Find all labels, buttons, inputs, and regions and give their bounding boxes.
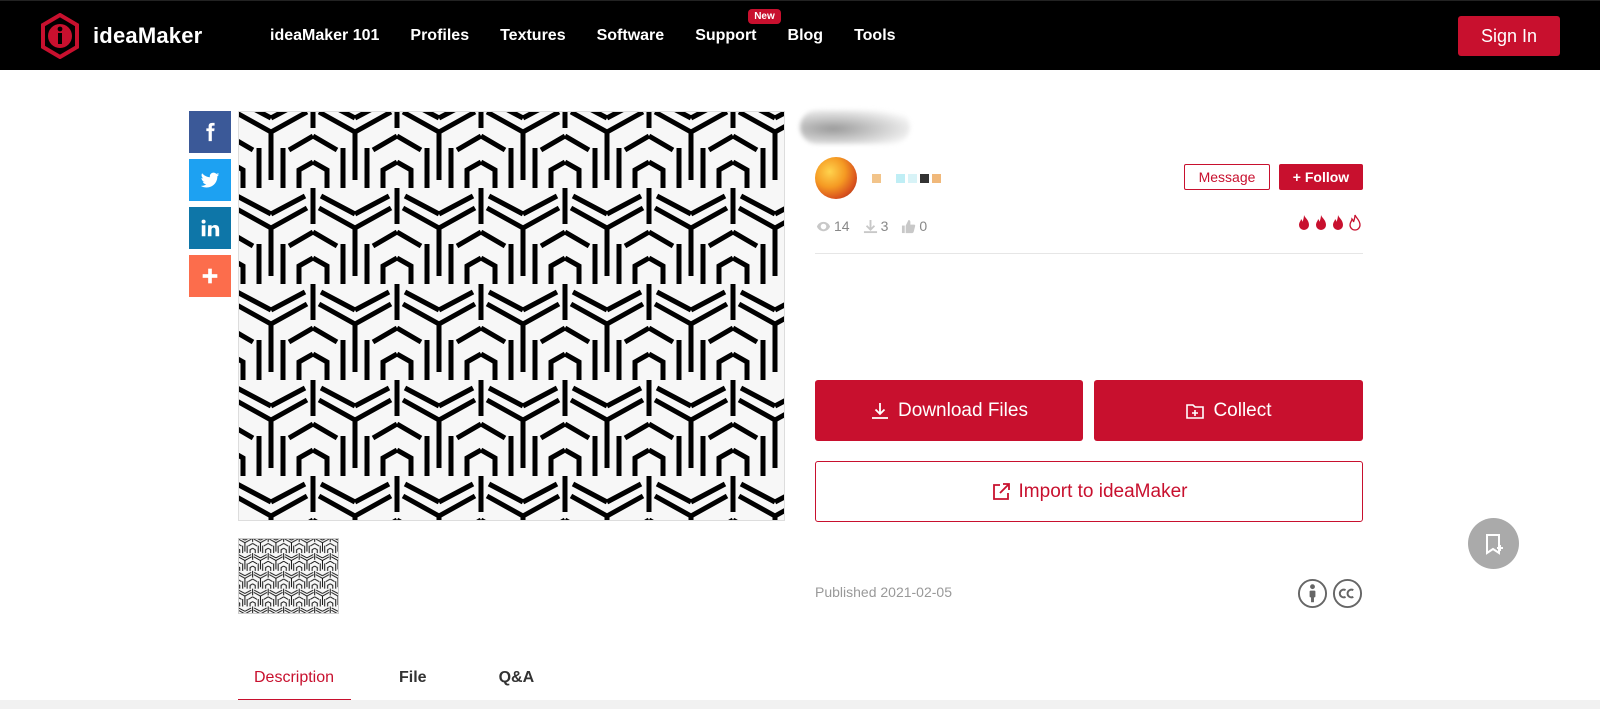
thumbnail-pattern: [239, 539, 338, 613]
share-facebook-button[interactable]: [189, 111, 231, 153]
top-navigation-bar: ideaMaker ideaMaker 101 Profiles Texture…: [0, 0, 1600, 70]
brand-name: ideaMaker: [93, 23, 203, 48]
tab-description[interactable]: Description: [238, 655, 351, 701]
views-count: 14: [834, 218, 850, 234]
nav-item-ideamaker-101[interactable]: ideaMaker 101: [270, 27, 379, 45]
nav-item-blog[interactable]: Blog: [788, 27, 824, 45]
folder-plus-icon: [1186, 403, 1205, 419]
redacted-block: [908, 174, 917, 183]
bookmark-add-button[interactable]: [1468, 518, 1519, 569]
texture-preview-image: [238, 111, 785, 521]
published-date: Published 2021-02-05: [815, 584, 952, 600]
linkedin-icon: [201, 219, 220, 237]
redacted-author-name[interactable]: [872, 174, 941, 183]
redacted-block: [920, 174, 929, 183]
thumbs-up-icon: [902, 219, 916, 233]
collect-label: Collect: [1213, 399, 1272, 421]
tab-qa[interactable]: Q&A: [483, 655, 551, 701]
sign-in-button[interactable]: Sign In: [1458, 16, 1560, 56]
thumbnail-image[interactable]: [238, 538, 339, 614]
texture-pattern: [239, 112, 784, 520]
collect-button[interactable]: Collect: [1094, 380, 1363, 441]
share-more-button[interactable]: [189, 255, 231, 297]
share-twitter-button[interactable]: [189, 159, 231, 201]
redacted-block: [932, 174, 941, 183]
external-link-icon: [992, 482, 1010, 500]
views-stat: 14: [816, 218, 850, 234]
download-icon: [872, 402, 889, 419]
nav-item-support[interactable]: Support New: [695, 9, 781, 45]
brand-logo[interactable]: ideaMaker: [40, 13, 202, 59]
redacted-block: [872, 174, 881, 183]
import-label: Import to ideaMaker: [1018, 480, 1188, 502]
import-to-ideamaker-button[interactable]: Import to ideaMaker: [815, 461, 1363, 522]
twitter-icon: [200, 172, 220, 188]
likes-count: 0: [919, 218, 928, 234]
download-files-button[interactable]: Download Files: [815, 380, 1083, 441]
share-linkedin-button[interactable]: [189, 207, 231, 249]
nav-item-support-label: Support: [695, 27, 757, 44]
downloads-count: 3: [880, 218, 889, 234]
redacted-title: [800, 110, 910, 144]
downloads-stat: 3: [863, 218, 889, 234]
download-icon: [863, 219, 877, 233]
stats-row: 14 3 0: [816, 218, 940, 234]
message-button[interactable]: Message: [1184, 164, 1270, 190]
redacted-block: [896, 174, 905, 183]
flame-icon: [1316, 215, 1326, 230]
facebook-icon: [206, 122, 215, 142]
attribution-icon[interactable]: [1297, 578, 1328, 609]
bookmark-plus-icon: [1485, 533, 1503, 555]
flame-icon: [1333, 215, 1343, 230]
flame-icon: [1299, 215, 1309, 230]
redacted-block: [884, 174, 893, 183]
tab-file[interactable]: File: [383, 655, 443, 701]
nav-item-profiles[interactable]: Profiles: [410, 27, 469, 45]
eye-icon: [816, 221, 831, 231]
heat-rating: [1296, 214, 1363, 232]
license-icons: [1297, 578, 1363, 609]
nav-item-software[interactable]: Software: [597, 27, 665, 45]
main-nav: ideaMaker 101 Profiles Textures Software…: [270, 1, 927, 71]
nav-item-tools[interactable]: Tools: [854, 27, 895, 45]
ideamaker-logo-icon: [41, 13, 79, 59]
content-tabs: Description File Q&A: [238, 655, 550, 701]
tabs-baseline: [0, 700, 1600, 709]
likes-stat: 0: [901, 218, 927, 234]
plus-icon: [202, 268, 218, 284]
divider: [815, 253, 1363, 254]
nav-item-textures[interactable]: Textures: [500, 27, 566, 45]
creative-commons-icon[interactable]: [1332, 578, 1363, 609]
share-bar: [189, 111, 231, 303]
new-badge: New: [748, 9, 781, 24]
download-files-label: Download Files: [898, 399, 1028, 421]
author-avatar[interactable]: [815, 157, 857, 199]
follow-button[interactable]: + Follow: [1279, 164, 1363, 190]
flame-outline-icon: [1349, 214, 1361, 231]
